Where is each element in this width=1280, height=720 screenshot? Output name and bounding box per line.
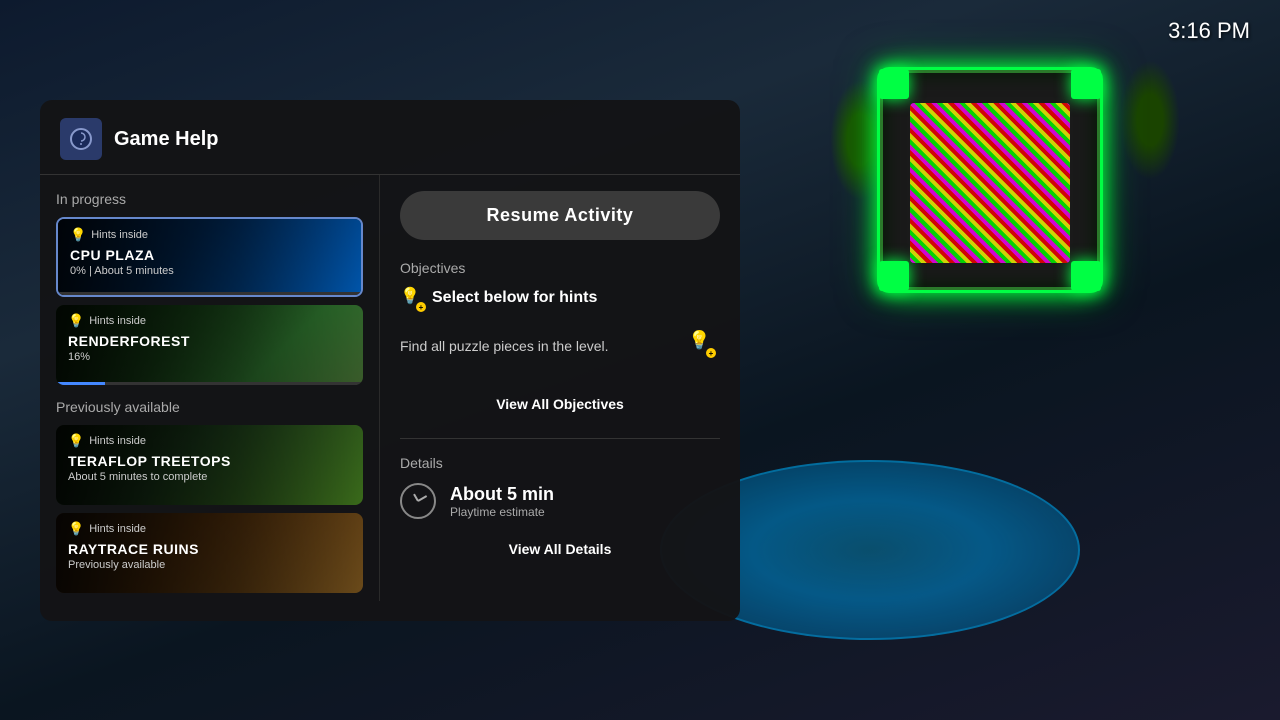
activity-card-teraflop-treetops[interactable]: 💡 Hints inside TERAFLOP TREETOPS About 5… — [56, 425, 363, 505]
previously-available-label: Previously available — [56, 399, 363, 415]
objective-desc-row: Find all puzzle pieces in the level. 💡 + — [400, 322, 720, 370]
teraflop-title: TERAFLOP TREETOPS — [68, 453, 351, 469]
objective-select-text: Select below for hints — [432, 289, 597, 307]
divider — [400, 438, 720, 439]
cpu-plaza-title: CPU PLAZA — [70, 247, 349, 263]
hint-bulb-icon: 💡 — [68, 433, 84, 449]
panel-title: Game Help — [114, 128, 218, 151]
card-content: 💡 Hints inside RAYTRACE RUINS Previously… — [56, 513, 363, 593]
right-column: Resume Activity Objectives 💡 + Select be… — [380, 175, 740, 601]
left-column: In progress 💡 Hints inside CPU PLAZA 0% … — [40, 175, 380, 601]
view-all-objectives-button[interactable]: View All Objectives — [400, 386, 720, 422]
hints-badge: 💡 Hints inside — [68, 433, 351, 449]
hints-inside-text: Hints inside — [89, 523, 146, 535]
game-help-panel: Game Help In progress 💡 Hints inside CPU… — [40, 100, 740, 621]
plus-badge: + — [416, 302, 426, 312]
progress-bar-container — [56, 382, 363, 385]
card-content: 💡 Hints inside TERAFLOP TREETOPS About 5… — [56, 425, 363, 505]
cpu-plaza-subtitle: 0% | About 5 minutes — [70, 265, 349, 277]
hints-inside-text: Hints inside — [91, 229, 148, 241]
hints-inside-text: Hints inside — [89, 315, 146, 327]
hint-bulb-icon: 💡 — [68, 521, 84, 537]
progress-bar-fill — [56, 382, 105, 385]
card-content: 💡 Hints inside CPU PLAZA 0% | About 5 mi… — [58, 219, 361, 295]
view-all-details-button[interactable]: View All Details — [400, 531, 720, 567]
panel-header: Game Help — [40, 100, 740, 175]
clock-icon — [400, 483, 436, 519]
card-content: 💡 Hints inside RENDERFOREST 16% — [56, 305, 363, 385]
activity-card-renderforest[interactable]: 💡 Hints inside RENDERFOREST 16% — [56, 305, 363, 385]
objectives-section: Objectives 💡 + Select below for hints Fi… — [400, 260, 720, 370]
objective-hint-icon: 💡 + — [400, 286, 424, 310]
details-label: Details — [400, 455, 720, 471]
progress-bar-container — [58, 292, 361, 295]
detail-row: About 5 min Playtime estimate — [400, 483, 720, 519]
hints-inside-text: Hints inside — [89, 435, 146, 447]
panel-icon — [60, 118, 102, 160]
details-section: Details About 5 min Playtime estimate — [400, 455, 720, 519]
raytrace-subtitle: Previously available — [68, 559, 351, 571]
hints-badge: 💡 Hints inside — [68, 313, 351, 329]
teraflop-subtitle: About 5 minutes to complete — [68, 471, 351, 483]
detail-subtext: Playtime estimate — [450, 505, 554, 519]
hint-bulb-icon: 💡 — [70, 227, 86, 243]
objective-select-row: 💡 + Select below for hints — [400, 286, 720, 310]
bg-machine — [850, 30, 1130, 350]
hints-badge: 💡 Hints inside — [68, 521, 351, 537]
panel-body: In progress 💡 Hints inside CPU PLAZA 0% … — [40, 175, 740, 601]
resume-activity-button[interactable]: Resume Activity — [400, 191, 720, 240]
detail-value: About 5 min — [450, 484, 554, 505]
activity-card-cpu-plaza[interactable]: 💡 Hints inside CPU PLAZA 0% | About 5 mi… — [56, 217, 363, 297]
in-progress-label: In progress — [56, 191, 363, 207]
objective-hint-button[interactable]: 💡 + — [688, 330, 720, 362]
objective-description: Find all puzzle pieces in the level. — [400, 338, 609, 354]
raytrace-title: RAYTRACE RUINS — [68, 541, 351, 557]
hint-bulb-icon: 💡 — [68, 313, 84, 329]
detail-info: About 5 min Playtime estimate — [450, 484, 554, 519]
renderforest-subtitle: 16% — [68, 351, 351, 363]
clock-minute-hand — [418, 495, 428, 502]
objectives-label: Objectives — [400, 260, 720, 276]
hints-badge: 💡 Hints inside — [70, 227, 349, 243]
activity-card-raytrace-ruins[interactable]: 💡 Hints inside RAYTRACE RUINS Previously… — [56, 513, 363, 593]
renderforest-title: RENDERFOREST — [68, 333, 351, 349]
time-display: 3:16 PM — [1168, 18, 1250, 44]
